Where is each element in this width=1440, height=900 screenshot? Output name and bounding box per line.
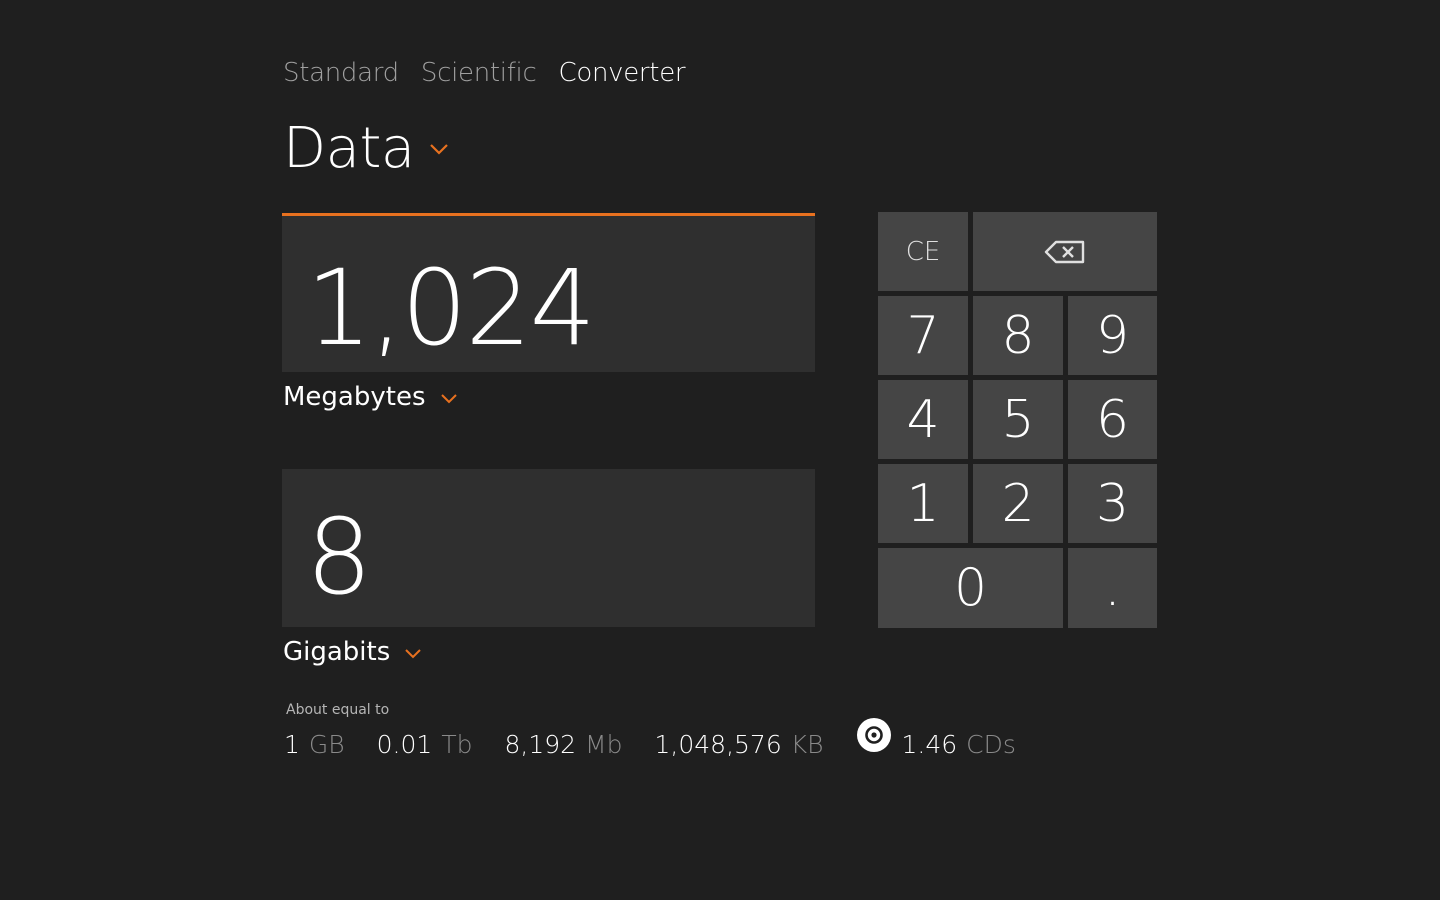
- tab-scientific[interactable]: Scientific: [421, 58, 537, 88]
- equivalent-item: 1,048,576 KB: [655, 730, 824, 759]
- equivalent-unit: Tb: [441, 730, 473, 759]
- to-unit-selector[interactable]: Gigabits: [283, 637, 422, 667]
- digit-6-button[interactable]: 6: [1068, 380, 1157, 459]
- cd-icon: [856, 718, 891, 752]
- digit-3-button[interactable]: 3: [1068, 464, 1157, 543]
- digit-label: 3: [1095, 473, 1130, 534]
- tab-converter[interactable]: Converter: [558, 58, 685, 88]
- equivalent-value: 0.01: [376, 730, 433, 759]
- category-label: Data: [283, 116, 415, 181]
- tab-standard[interactable]: Standard: [283, 58, 399, 88]
- from-unit-selector[interactable]: Megabytes: [283, 382, 458, 412]
- digit-label: 5: [1001, 389, 1035, 450]
- clear-entry-button[interactable]: CE: [878, 212, 968, 291]
- digit-label: 9: [1095, 305, 1130, 366]
- equivalent-value: 1: [284, 730, 300, 759]
- digit-label: 0: [953, 558, 988, 618]
- equivalent-unit: KB: [790, 730, 824, 759]
- from-value: 1,024: [306, 247, 596, 369]
- equivalent-item: 8,192 Mb: [504, 730, 622, 759]
- equivalent-value: 1,048,576: [654, 730, 782, 759]
- equivalent-unit: GB: [308, 730, 345, 759]
- decimal-label: .: [1104, 558, 1121, 618]
- decimal-button[interactable]: .: [1068, 548, 1157, 628]
- keypad: CE 7 8 9 4 5 6 1 2 3 0 .: [878, 212, 1158, 629]
- to-value: 8: [306, 496, 372, 618]
- digit-label: 8: [1001, 305, 1035, 366]
- digit-8-button[interactable]: 8: [973, 296, 1063, 375]
- digit-1-button[interactable]: 1: [878, 464, 968, 543]
- digit-label: 4: [906, 389, 940, 450]
- to-value-box[interactable]: 8: [282, 469, 815, 627]
- chevron-down-icon: [429, 142, 449, 156]
- to-unit-label: Gigabits: [283, 637, 391, 667]
- digit-0-button[interactable]: 0: [878, 548, 1063, 628]
- mode-tabs: Standard Scientific Converter: [283, 58, 686, 88]
- digit-label: 1: [906, 473, 940, 534]
- calculator-app: Standard Scientific Converter Data 1,024…: [0, 0, 1440, 900]
- equivalent-unit: CDs: [966, 730, 1016, 759]
- backspace-button[interactable]: [973, 212, 1157, 291]
- equivalent-value: 1.46: [901, 730, 958, 759]
- digit-7-button[interactable]: 7: [878, 296, 968, 375]
- chevron-down-icon: [404, 648, 422, 660]
- from-unit-label: Megabytes: [283, 382, 426, 412]
- equivalent-value: 8,192: [504, 730, 577, 759]
- from-value-box[interactable]: 1,024: [282, 213, 815, 372]
- equivalent-unit: Mb: [585, 730, 623, 759]
- backspace-icon: [1044, 240, 1085, 263]
- digit-4-button[interactable]: 4: [878, 380, 968, 459]
- digit-label: 2: [1001, 473, 1035, 534]
- equivalent-item: 1.46 CDs: [856, 718, 1016, 759]
- equivalent-item: 0.01 Tb: [377, 730, 473, 759]
- digit-5-button[interactable]: 5: [973, 380, 1063, 459]
- chevron-down-icon: [440, 393, 458, 405]
- category-selector[interactable]: Data: [283, 116, 449, 181]
- equivalent-item: 1 GB: [284, 730, 345, 759]
- digit-2-button[interactable]: 2: [973, 464, 1063, 543]
- digit-label: 6: [1095, 389, 1130, 450]
- clear-entry-label: CE: [905, 236, 941, 267]
- equivalents-list: 1 GB 0.01 Tb 8,192 Mb 1,048,576 KB 1.46 …: [284, 718, 1048, 759]
- digit-9-button[interactable]: 9: [1068, 296, 1157, 375]
- digit-label: 7: [906, 305, 940, 366]
- about-equal-label: About equal to: [286, 702, 390, 718]
